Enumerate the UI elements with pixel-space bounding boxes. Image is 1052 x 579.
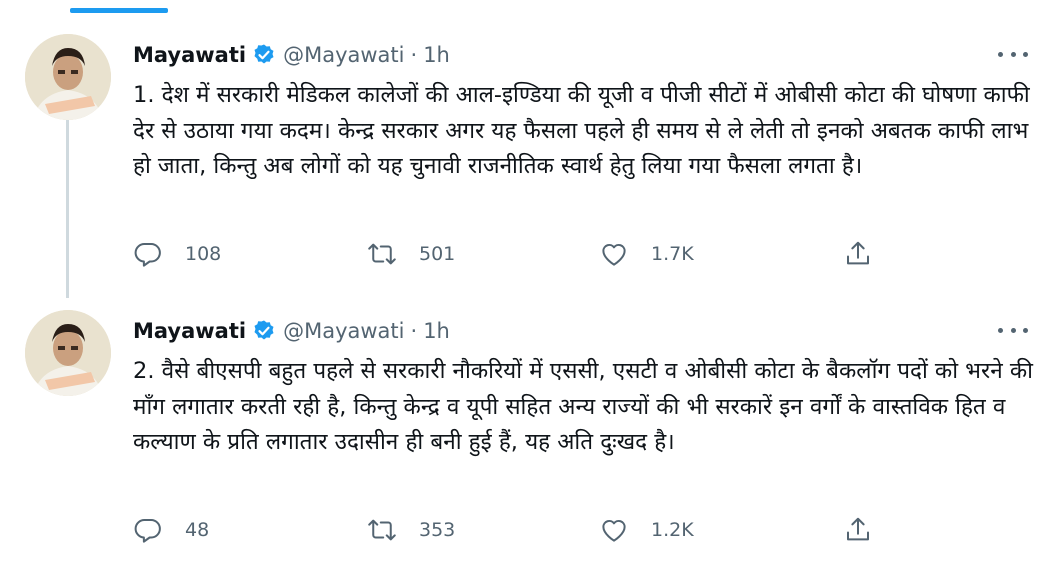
tweet-actions: 108 501 1.7K <box>133 234 893 274</box>
retweet-button[interactable]: 353 <box>367 510 455 550</box>
avatar[interactable] <box>25 310 111 396</box>
heart-icon <box>602 243 626 266</box>
reply-button[interactable]: 48 <box>133 510 209 550</box>
share-button[interactable] <box>843 234 873 274</box>
retweet-icon <box>368 519 396 541</box>
share-icon <box>847 517 869 541</box>
share-button[interactable] <box>843 510 873 550</box>
tweet-text: 2. वैसे बीएसपी बहुत पहले से सरकारी नौकरि… <box>133 358 1033 455</box>
tweet-2[interactable]: Mayawati @Mayawati · 1h 2. वैसे बीएसपी ब… <box>0 310 1052 560</box>
heart-icon <box>602 519 626 542</box>
tweet-1[interactable]: Mayawati @Mayawati · 1h 1. देश में सरकार… <box>0 34 1052 294</box>
author-handle[interactable]: @Mayawati <box>283 319 404 343</box>
reply-button[interactable]: 108 <box>133 234 221 274</box>
retweet-count: 501 <box>419 243 456 265</box>
verified-badge-icon <box>252 43 276 67</box>
author-name[interactable]: Mayawati <box>133 43 246 67</box>
avatar[interactable] <box>25 34 111 120</box>
tweet-actions: 48 353 1.2K <box>133 510 893 550</box>
reply-count: 48 <box>185 519 210 541</box>
retweet-button[interactable]: 501 <box>367 234 455 274</box>
active-tab-indicator <box>70 8 168 13</box>
retweet-icon <box>368 243 396 265</box>
more-options-icon[interactable] <box>998 44 1028 64</box>
like-count: 1.7K <box>651 243 694 265</box>
tweet-header: Mayawati @Mayawati · 1h <box>133 316 450 346</box>
separator-dot: · <box>410 43 418 67</box>
verified-badge-icon <box>252 319 276 343</box>
timestamp[interactable]: 1h <box>423 43 450 67</box>
separator-dot: · <box>410 319 418 343</box>
retweet-count: 353 <box>419 519 456 541</box>
reply-count: 108 <box>185 243 222 265</box>
tweet-header: Mayawati @Mayawati · 1h <box>133 40 450 70</box>
reply-icon <box>134 519 161 543</box>
reply-icon <box>134 243 161 267</box>
share-icon <box>847 241 869 265</box>
author-name[interactable]: Mayawati <box>133 319 246 343</box>
like-button[interactable]: 1.2K <box>599 510 694 550</box>
timestamp[interactable]: 1h <box>423 319 450 343</box>
like-count: 1.2K <box>651 519 694 541</box>
author-handle[interactable]: @Mayawati <box>283 43 404 67</box>
like-button[interactable]: 1.7K <box>599 234 694 274</box>
more-options-icon[interactable] <box>998 320 1028 340</box>
tweet-text: 1. देश में सरकारी मेडिकल कालेजों की आल-इ… <box>133 82 1030 179</box>
